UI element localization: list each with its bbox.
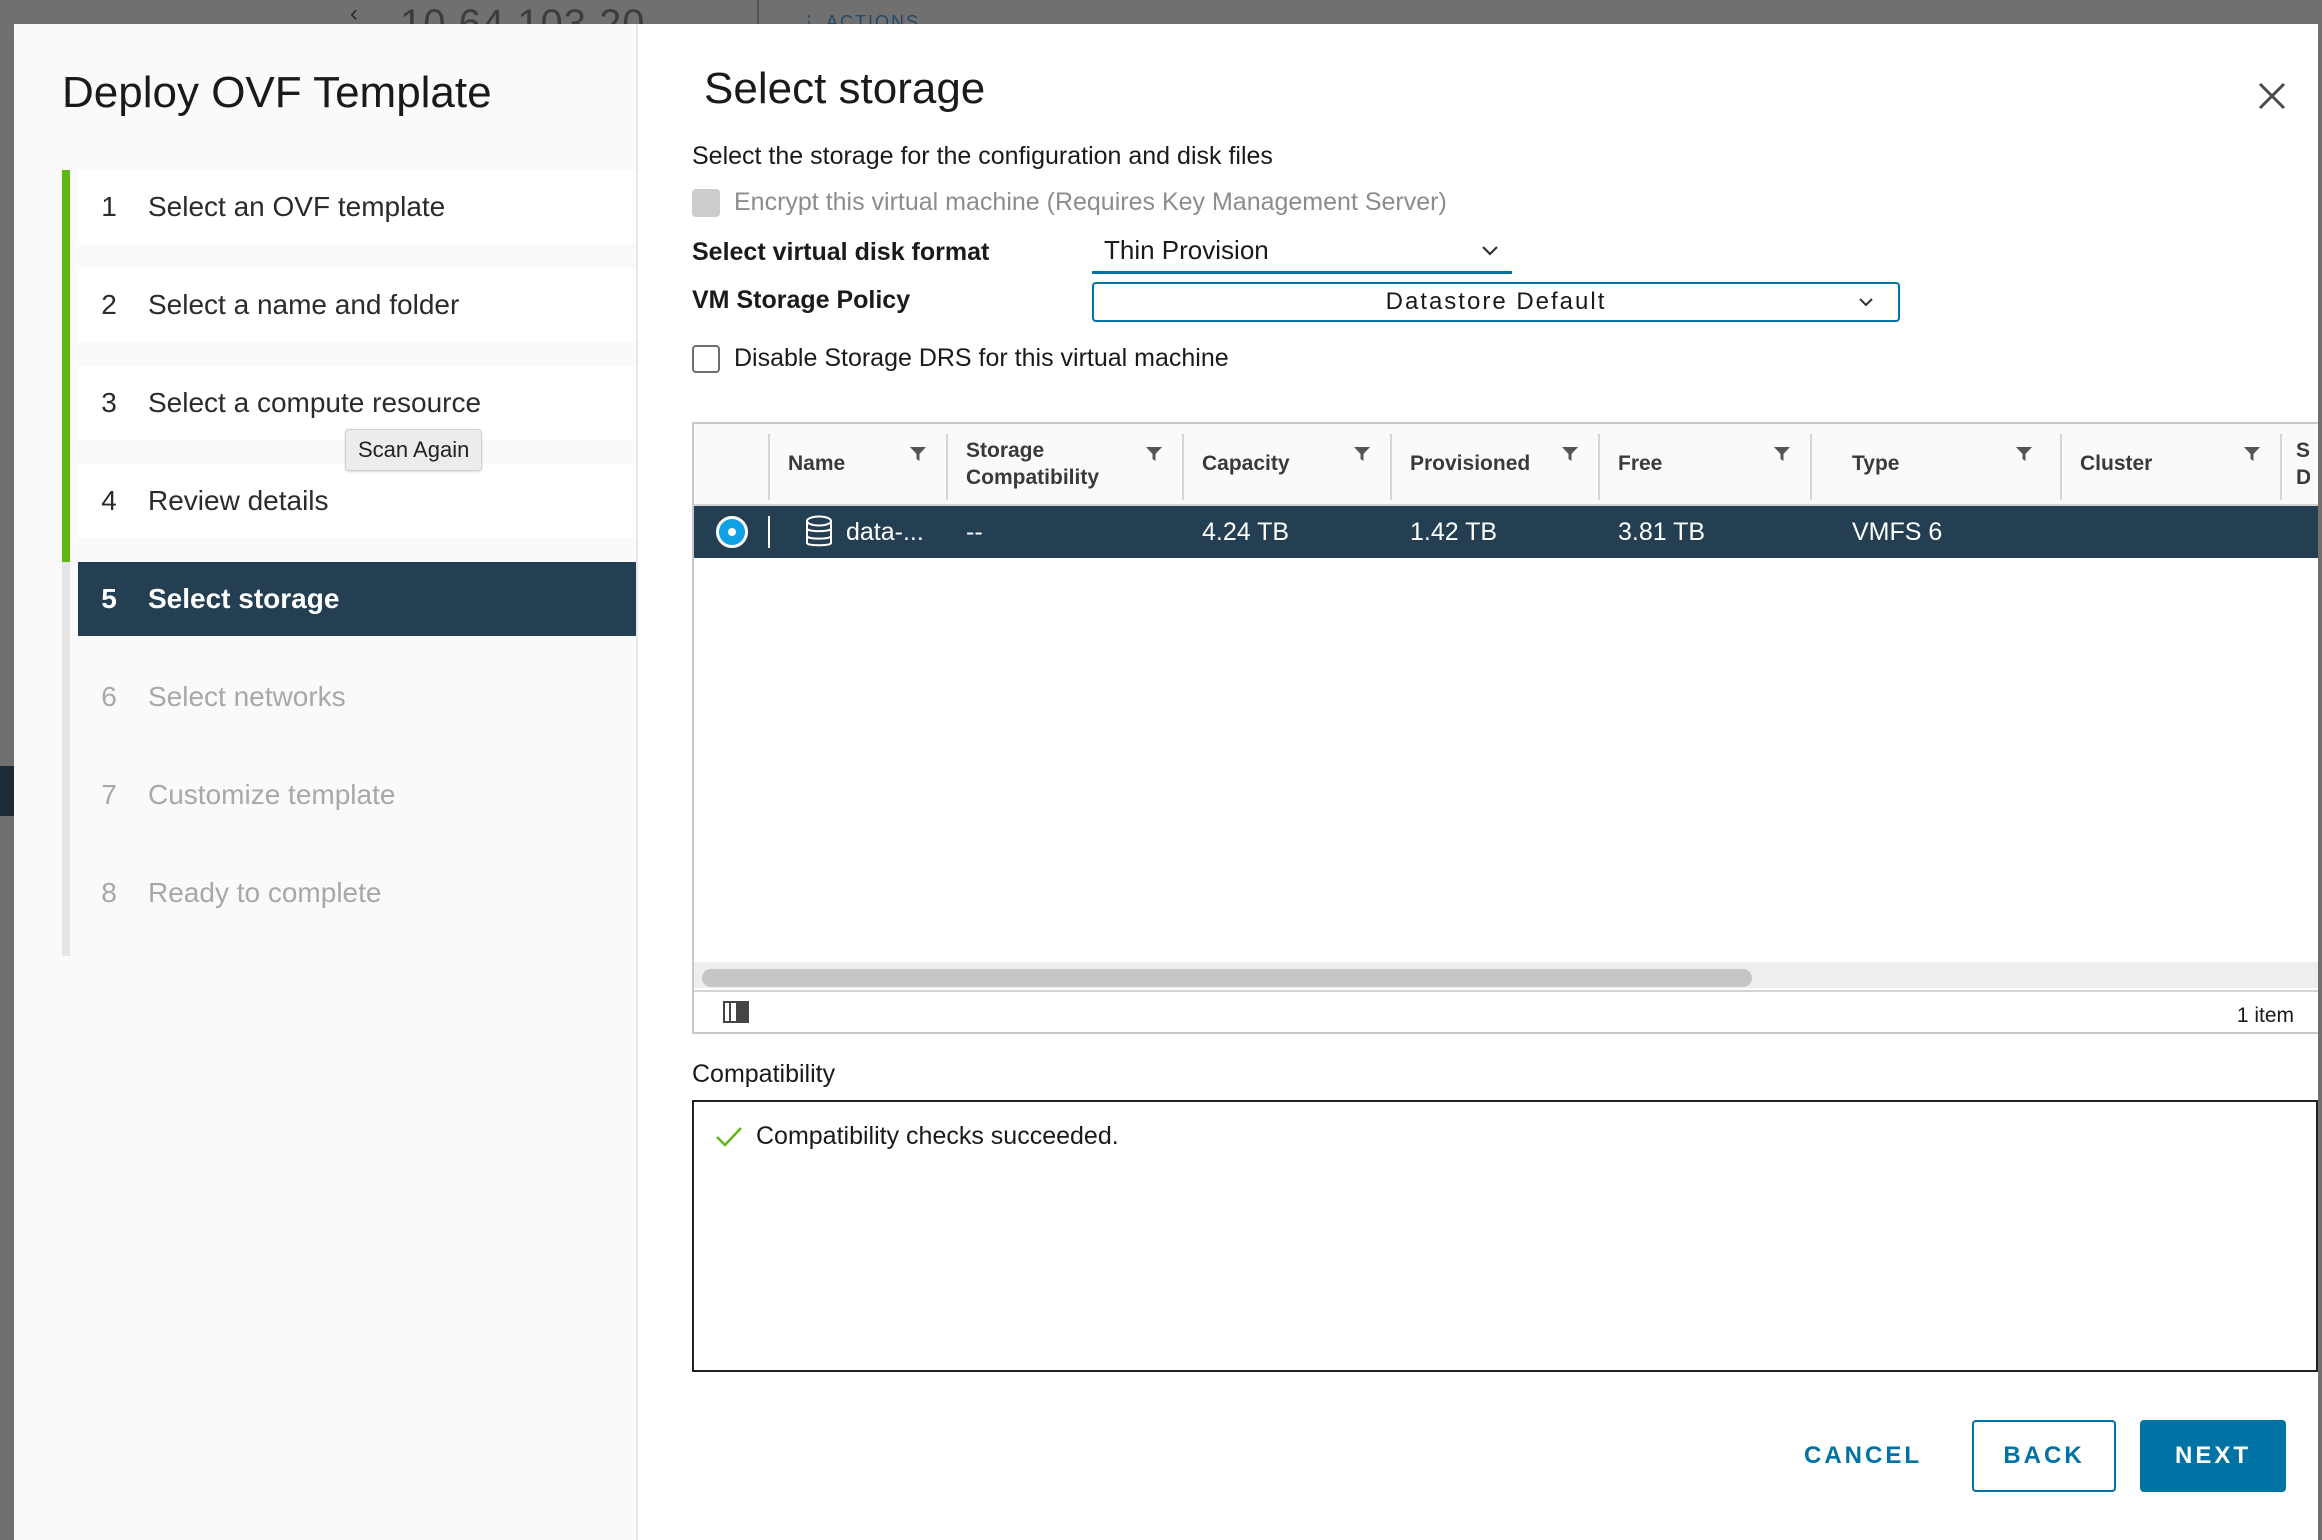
disable-drs-checkbox[interactable] [692, 344, 720, 373]
cell-capacity: 4.24 TB [1202, 517, 1290, 546]
grid-footer [694, 990, 2318, 1032]
filter-icon[interactable] [2014, 444, 2034, 464]
chevron-down-icon [1482, 245, 1498, 256]
chevron-down-icon [1859, 298, 1873, 307]
column-header-type[interactable]: Type [1834, 424, 2052, 504]
cell-name: data-... [846, 517, 924, 546]
filter-icon[interactable] [908, 444, 928, 464]
step-select-networks: 6 Select networks [78, 660, 636, 734]
filter-icon[interactable] [1772, 444, 1792, 464]
filter-icon[interactable] [2242, 444, 2262, 464]
column-header-free[interactable]: Free [1600, 424, 1810, 504]
step-number: 8 [101, 877, 117, 908]
compatibility-message: Compatibility checks succeeded. [714, 1122, 1119, 1151]
step-number: 4 [101, 485, 117, 516]
back-button[interactable]: BACK [1972, 1420, 2116, 1492]
close-icon [2258, 82, 2286, 110]
step-ready-to-complete: 8 Ready to complete [78, 856, 636, 930]
row-radio-selected[interactable] [716, 516, 748, 548]
datastore-icon [804, 506, 834, 558]
storage-policy-label: VM Storage Policy [692, 286, 911, 314]
step-label: Select a compute resource [148, 387, 482, 418]
column-title: Name [788, 452, 846, 475]
compatibility-panel: Compatibility checks succeeded. [692, 1100, 2318, 1372]
item-count: 1 item [2236, 1004, 2294, 1027]
step-select-storage[interactable]: 5 Select storage [78, 562, 636, 636]
scan-again-tooltip: Scan Again [345, 429, 483, 471]
column-title: Storage Compatibility [966, 438, 1100, 489]
cancel-button[interactable]: CANCEL [1788, 1420, 1938, 1492]
step-label: Review details [148, 485, 329, 516]
column-toggle-icon[interactable] [722, 1000, 750, 1024]
grid-header: Name Storage Compatibility Capacity Prov… [694, 424, 2318, 506]
filter-icon[interactable] [1560, 444, 1580, 464]
cell-type: VMFS 6 [1852, 517, 1943, 546]
column-title: Provisioned [1410, 452, 1531, 475]
step-label: Select a name and folder [148, 289, 460, 320]
content-panel: Select storage Select the storage for th… [638, 24, 2318, 1540]
storage-policy-value: Datastore Default [1385, 288, 1607, 315]
cell-compatibility: -- [966, 517, 983, 546]
column-header-capacity[interactable]: Capacity [1184, 424, 1390, 504]
table-row[interactable]: data-... -- 4.24 TB 1.42 TB 3.81 TB VMFS… [694, 506, 2318, 558]
step-label: Select storage [148, 583, 340, 614]
step-number: 2 [101, 289, 117, 320]
step-customize-template: 7 Customize template [78, 758, 636, 832]
step-number: 7 [101, 779, 117, 810]
encrypt-vm-option: Encrypt this virtual machine (Requires K… [692, 188, 1447, 217]
row-divider [768, 516, 770, 548]
cell-free: 3.81 TB [1618, 517, 1706, 546]
step-select-name-folder[interactable]: 2 Select a name and folder [78, 268, 636, 342]
close-button[interactable] [2250, 74, 2294, 118]
step-review-details[interactable]: 4 Review details [78, 464, 636, 538]
encrypt-vm-checkbox [692, 188, 720, 217]
filter-icon[interactable] [1144, 444, 1164, 464]
encrypt-vm-label: Encrypt this virtual machine (Requires K… [734, 188, 1447, 216]
compatibility-label: Compatibility [692, 1060, 836, 1088]
column-header-provisioned[interactable]: Provisioned [1392, 424, 1598, 504]
wizard-title: Deploy OVF Template [62, 68, 492, 117]
step-label: Select an OVF template [148, 191, 446, 222]
column-title: Free [1618, 452, 1663, 475]
scrollbar-thumb[interactable] [702, 969, 1752, 987]
disk-format-label: Select virtual disk format [692, 238, 990, 266]
step-label: Customize template [148, 779, 396, 810]
wizard-sidebar: Deploy OVF Template 1 Select an OVF temp… [14, 24, 638, 1540]
deploy-ovf-dialog: Deploy OVF Template 1 Select an OVF temp… [14, 24, 2318, 1540]
storage-policy-select[interactable]: Datastore Default [1092, 282, 1900, 322]
column-title: Type [1852, 452, 1900, 475]
column-header-sd[interactable]: S D [2282, 424, 2318, 504]
cell-provisioned: 1.42 TB [1410, 517, 1498, 546]
filter-icon[interactable] [1352, 444, 1372, 464]
background-panel-edge [0, 766, 14, 816]
page-title: Select storage [704, 64, 986, 113]
column-title: Capacity [1202, 452, 1290, 475]
compatibility-text: Compatibility checks succeeded. [756, 1122, 1119, 1150]
datastore-grid: Name Storage Compatibility Capacity Prov… [692, 422, 2318, 1034]
column-title: Cluster [2080, 452, 2153, 475]
step-label: Ready to complete [148, 877, 382, 908]
next-button[interactable]: NEXT [2140, 1420, 2286, 1492]
column-header-cluster[interactable]: Cluster [2062, 424, 2280, 504]
column-header-name[interactable]: Name [770, 424, 946, 504]
disable-drs-option[interactable]: Disable Storage DRS for this virtual mac… [692, 344, 1229, 373]
page-description: Select the storage for the configuration… [692, 142, 1273, 170]
checkmark-icon [716, 1126, 742, 1147]
column-divider [1810, 434, 1812, 500]
step-number: 3 [101, 387, 117, 418]
step-rail-progress [62, 170, 70, 562]
step-number: 5 [101, 583, 117, 614]
column-title: S D [2296, 438, 2310, 489]
disable-drs-label: Disable Storage DRS for this virtual mac… [734, 344, 1229, 372]
step-number: 1 [101, 191, 117, 222]
step-number: 6 [101, 681, 117, 712]
step-select-ovf-template[interactable]: 1 Select an OVF template [78, 170, 636, 244]
disk-format-select[interactable]: Thin Provision [1092, 230, 1512, 274]
column-header-storage-compatibility[interactable]: Storage Compatibility [948, 424, 1182, 504]
step-label: Select networks [148, 681, 346, 712]
disk-format-value: Thin Provision [1104, 235, 1269, 265]
